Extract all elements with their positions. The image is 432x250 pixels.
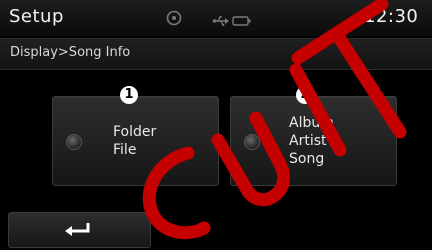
radio-indicator <box>244 134 260 150</box>
title-bar: Setup 12:30 <box>0 0 432 36</box>
disc-icon <box>166 10 182 26</box>
clock-time: 12:30 <box>364 6 419 27</box>
option-line: Album <box>289 115 334 131</box>
option-line: Artist <box>289 133 327 149</box>
option-line: Song <box>289 151 325 167</box>
page-title: Setup <box>9 6 64 27</box>
breadcrumb: Display>Song Info <box>10 45 131 60</box>
option-label: Folder File <box>113 123 156 159</box>
option-number-badge: 1 <box>120 86 138 104</box>
back-arrow-icon <box>64 221 94 239</box>
song-info-option-folder-file[interactable]: Folder File <box>52 96 219 186</box>
option-label: Album Artist Song <box>289 114 334 168</box>
song-info-option-album-artist-song[interactable]: Album Artist Song <box>230 96 397 186</box>
breadcrumb-bar: Display>Song Info <box>0 38 432 70</box>
option-line: Folder <box>113 124 157 140</box>
radio-indicator <box>66 134 82 150</box>
battery-icon <box>232 12 252 26</box>
option-line: File <box>113 142 137 158</box>
usb-icon <box>212 12 230 27</box>
option-number-badge: 2 <box>296 86 314 104</box>
back-button[interactable] <box>8 212 151 248</box>
setup-screen: Setup 12:30 Display>Song Info Folder Fil… <box>0 0 432 250</box>
